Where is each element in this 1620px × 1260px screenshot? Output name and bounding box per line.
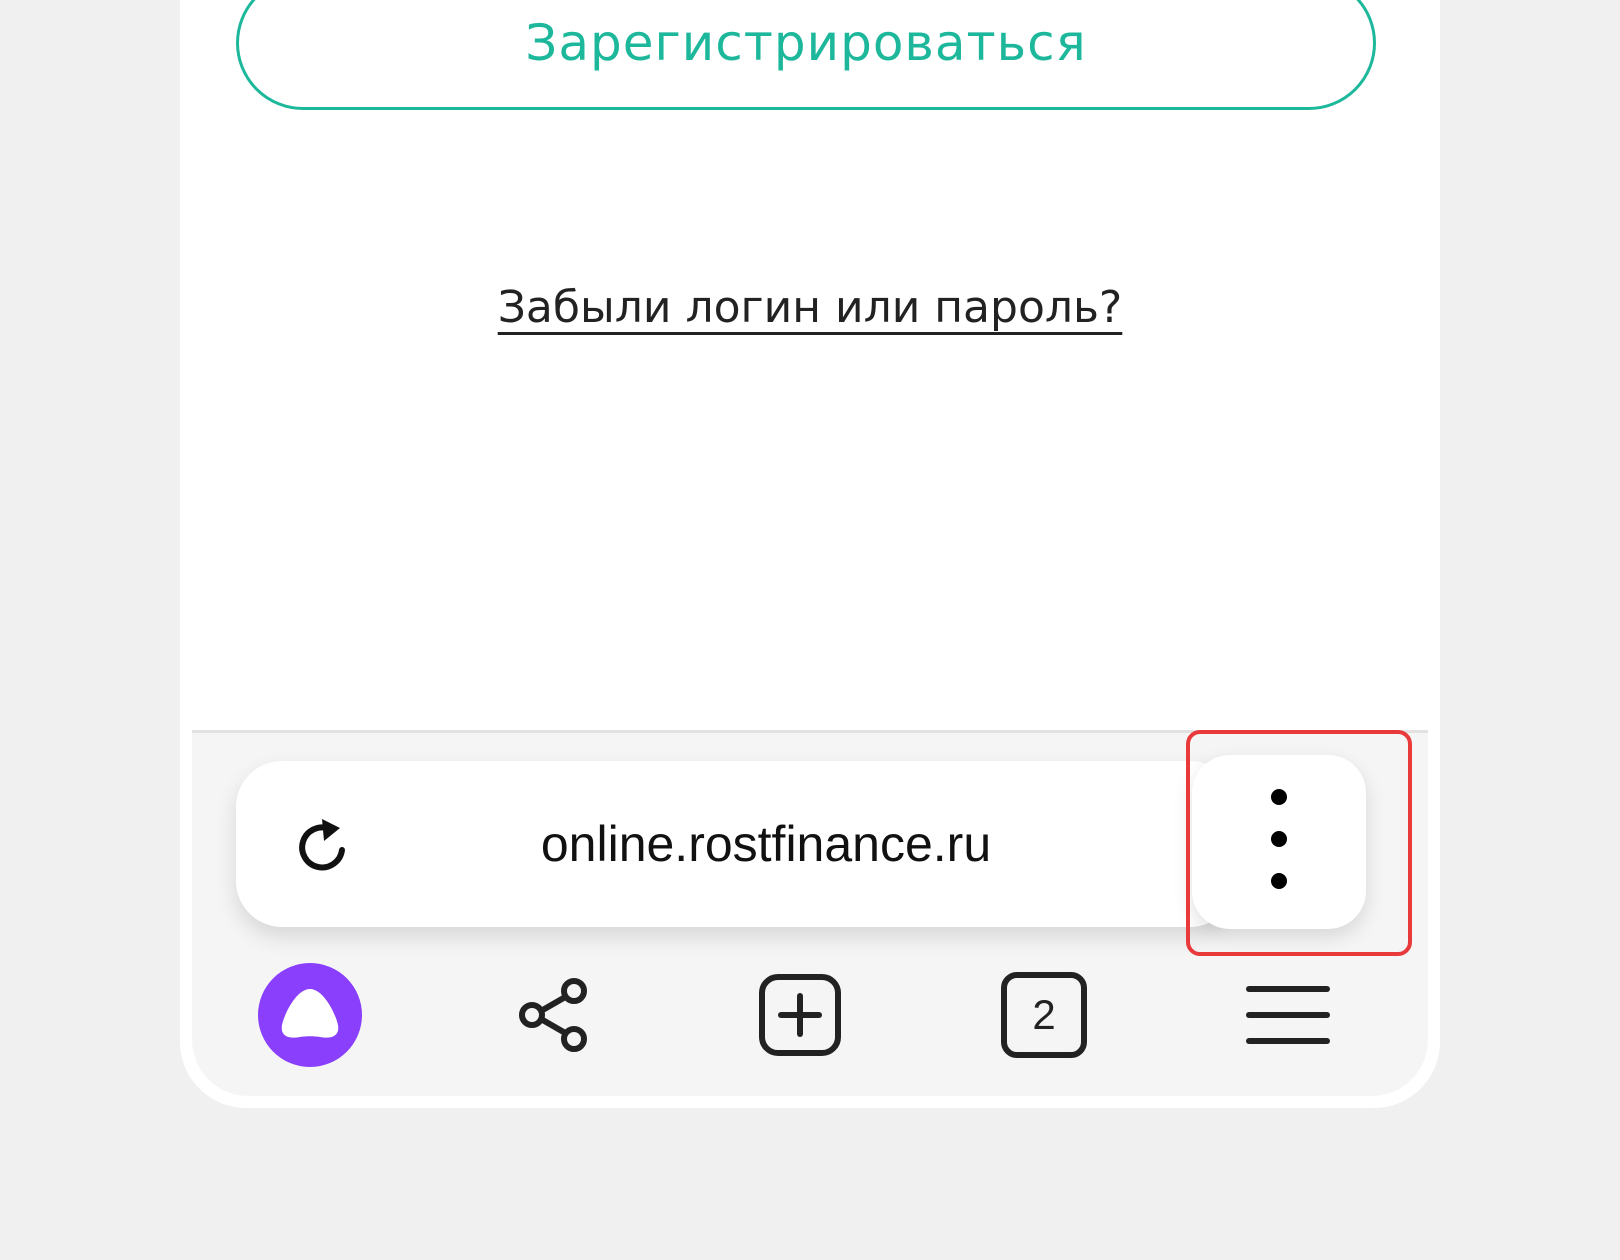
share-icon xyxy=(519,978,587,1052)
address-bar[interactable]: online.rostfinance.ru xyxy=(236,761,1236,927)
alice-assistant-icon xyxy=(258,963,362,1067)
more-menu-button[interactable] xyxy=(1192,755,1366,929)
reload-icon[interactable] xyxy=(288,811,358,881)
forgot-credentials-link[interactable]: Забыли логин или пароль? xyxy=(180,282,1440,333)
hamburger-menu-icon xyxy=(1246,986,1330,1044)
phone-screen: Зарегистрироваться Забыли логин или паро… xyxy=(180,0,1440,1108)
share-button[interactable] xyxy=(494,955,614,1075)
menu-dot xyxy=(1271,831,1287,847)
register-button[interactable]: Зарегистрироваться xyxy=(236,0,1376,110)
assistant-button[interactable] xyxy=(250,955,370,1075)
menu-dot xyxy=(1271,789,1287,805)
url-text[interactable]: online.rostfinance.ru xyxy=(396,761,1136,927)
new-tab-icon xyxy=(759,974,841,1056)
browser-bottom-bar: online.rostfinance.ru 2 xyxy=(192,730,1428,1096)
new-tab-button[interactable] xyxy=(740,955,860,1075)
menu-dot xyxy=(1271,873,1287,889)
main-menu-button[interactable] xyxy=(1228,955,1348,1075)
tabs-button[interactable]: 2 xyxy=(984,955,1104,1075)
browser-toolbar: 2 xyxy=(192,955,1428,1085)
tab-count: 2 xyxy=(1032,991,1056,1038)
tabs-counter-icon: 2 xyxy=(1001,972,1087,1058)
